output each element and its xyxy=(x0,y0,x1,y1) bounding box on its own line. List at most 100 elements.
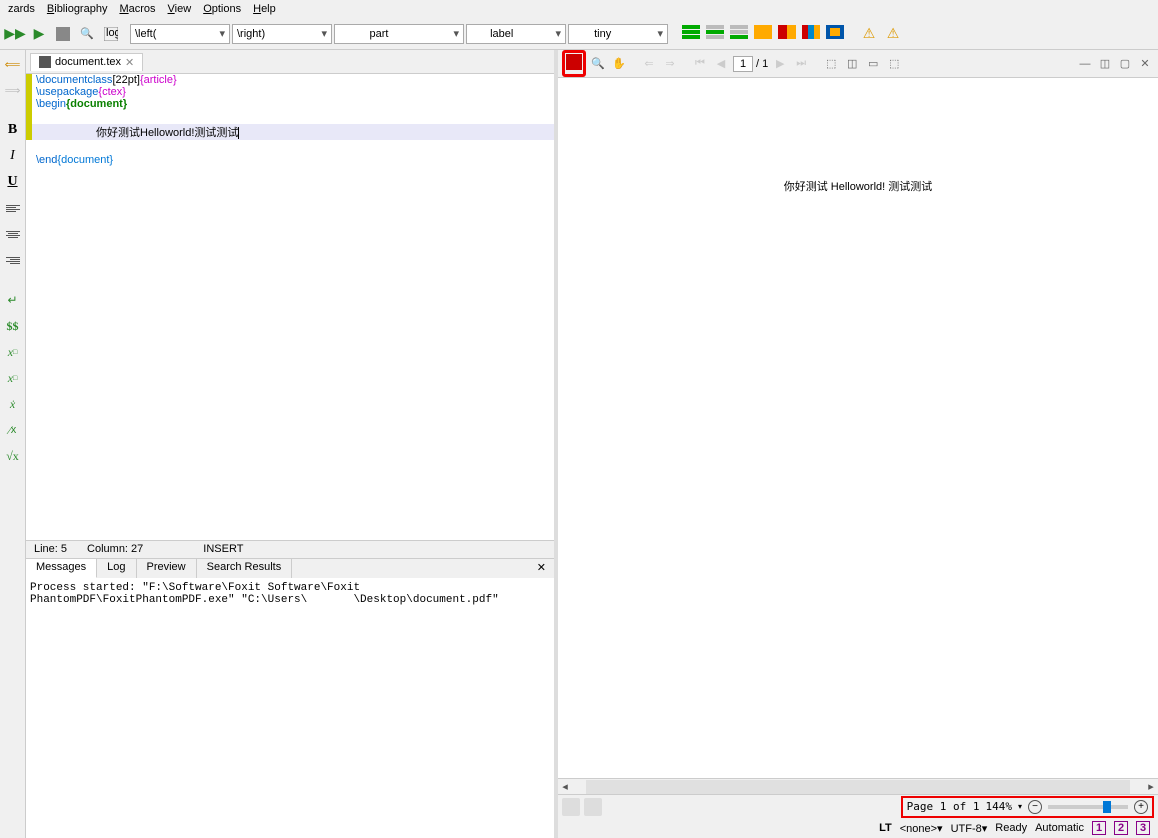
tab-log[interactable]: Log xyxy=(97,559,136,578)
build-icon[interactable]: ▶ xyxy=(28,23,50,45)
warning-next-icon[interactable]: ⚠ xyxy=(882,23,904,45)
last-page-icon[interactable]: ⏭ xyxy=(792,55,810,73)
zoom-icon[interactable]: 🔍 xyxy=(589,55,607,73)
h-scrollbar[interactable]: ◂ ▸ xyxy=(558,778,1158,794)
pdf-text: 你好测试 Helloworld! 测试测试 xyxy=(598,178,1118,194)
right-delim-dropdown[interactable]: \right)▾ xyxy=(232,24,332,44)
math-dd-icon[interactable]: $$ xyxy=(3,316,23,336)
highlight-7-icon[interactable] xyxy=(824,23,846,45)
badge-3[interactable]: 3 xyxy=(1136,821,1150,835)
superscript-icon[interactable]: x□ xyxy=(3,368,23,388)
nav-fwd-icon[interactable]: ⇒ xyxy=(661,55,679,73)
maximize-icon[interactable]: ▢ xyxy=(1116,55,1134,73)
tab-document[interactable]: document.tex ✕ xyxy=(30,53,143,71)
size-dropdown[interactable]: tiny▾ xyxy=(568,24,668,44)
preview-area: 🔍 ✋ ⇐ ⇒ ⏮ ◀ / 1 ▶ ⏭ ⬚ ◫ ▭ ⬚ ― ◫ ▢ ✕ xyxy=(558,50,1158,838)
view-icon[interactable]: 🔍 xyxy=(76,23,98,45)
tab-close-icon[interactable]: ✕ xyxy=(125,56,134,69)
derivative-icon[interactable]: ẋ xyxy=(3,394,23,414)
tab-messages[interactable]: Messages xyxy=(26,559,97,578)
left-sidebar: ⟸ ⟹ B I U ↵ $$ x□ x□ ẋ ∕x √x xyxy=(0,50,26,838)
pdf-icon xyxy=(566,54,582,70)
panel-close-icon[interactable]: ✕ xyxy=(537,561,546,574)
auto-label: Automatic xyxy=(1035,822,1084,834)
fit-width-icon[interactable]: ⬚ xyxy=(822,55,840,73)
menu-help[interactable]: Help xyxy=(253,3,276,15)
restore-icon[interactable]: ◫ xyxy=(1096,55,1114,73)
minimize-icon[interactable]: ― xyxy=(1076,55,1094,73)
prev-page-icon[interactable]: ◀ xyxy=(712,55,730,73)
menubar: zards Bibliography Macros View Options H… xyxy=(0,0,1158,18)
underline-button[interactable]: U xyxy=(3,172,23,192)
align-center-icon[interactable] xyxy=(3,224,23,244)
preview-toolbar: 🔍 ✋ ⇐ ⇒ ⏮ ◀ / 1 ▶ ⏭ ⬚ ◫ ▭ ⬚ ― ◫ ▢ ✕ xyxy=(558,50,1158,78)
scroll-left-icon[interactable]: ◂ xyxy=(558,780,572,793)
page-input[interactable] xyxy=(733,56,753,72)
build-run-icon[interactable]: ▶▶ xyxy=(4,23,26,45)
tab-filename: document.tex xyxy=(55,56,121,68)
back-icon[interactable]: ⟸ xyxy=(3,54,23,74)
zoom-out-button[interactable]: − xyxy=(1028,800,1042,814)
lt-label[interactable]: LT xyxy=(879,822,892,834)
log-icon[interactable]: log xyxy=(100,23,122,45)
highlight-5-icon[interactable] xyxy=(776,23,798,45)
highlight-2-icon[interactable] xyxy=(704,23,726,45)
nav-back-icon[interactable]: ⇐ xyxy=(640,55,658,73)
menu-options[interactable]: Options xyxy=(203,3,241,15)
lang-dropdown[interactable]: <none>▾ xyxy=(900,822,943,835)
align-right-icon[interactable] xyxy=(3,250,23,270)
menu-wizards[interactable]: zards xyxy=(8,3,35,15)
status-line: Line: 5 xyxy=(34,543,67,556)
preview-status-2: LT <none>▾ UTF-8▾ Ready Automatic 1 2 3 xyxy=(558,818,1158,838)
hand-icon[interactable]: ✋ xyxy=(610,55,628,73)
tab-search-results[interactable]: Search Results xyxy=(197,559,293,578)
disk-icon xyxy=(39,56,51,68)
subscript-icon[interactable]: x□ xyxy=(3,342,23,362)
avatar-2-icon[interactable] xyxy=(584,798,602,816)
newline-icon[interactable]: ↵ xyxy=(3,290,23,310)
messages-panel[interactable]: Process started: "F:\Software\Foxit Soft… xyxy=(26,578,554,838)
menu-bibliography[interactable]: Bibliography xyxy=(47,3,108,15)
next-page-icon[interactable]: ▶ xyxy=(771,55,789,73)
preview-content[interactable]: 你好测试 Helloworld! 测试测试 xyxy=(558,78,1158,778)
left-delim-dropdown[interactable]: \left(▾ xyxy=(130,24,230,44)
first-page-icon[interactable]: ⏮ xyxy=(691,55,709,73)
italic-button[interactable]: I xyxy=(3,146,23,166)
bold-button[interactable]: B xyxy=(3,120,23,140)
tab-preview[interactable]: Preview xyxy=(137,559,197,578)
badge-1[interactable]: 1 xyxy=(1092,821,1106,835)
scroll-right-icon[interactable]: ▸ xyxy=(1144,780,1158,793)
align-left-icon[interactable] xyxy=(3,198,23,218)
continuous-icon[interactable]: ⬚ xyxy=(885,55,903,73)
highlight-1-icon[interactable] xyxy=(680,23,702,45)
highlight-3-icon[interactable] xyxy=(728,23,750,45)
encoding-dropdown[interactable]: UTF-8▾ xyxy=(951,822,988,835)
code-editor[interactable]: \documentclass[22pt]{article} \usepackag… xyxy=(26,74,554,540)
sqrt-icon[interactable]: √x xyxy=(3,446,23,466)
ready-label: Ready xyxy=(995,822,1027,834)
highlight-4-icon[interactable] xyxy=(752,23,774,45)
close-icon[interactable]: ✕ xyxy=(1136,55,1154,73)
highlight-6-icon[interactable] xyxy=(800,23,822,45)
editor-status-bar: Line: 5 Column: 27 INSERT xyxy=(26,540,554,558)
fit-page-icon[interactable]: ◫ xyxy=(843,55,861,73)
forward-icon[interactable]: ⟹ xyxy=(3,80,23,100)
fraction-icon[interactable]: ∕x xyxy=(3,420,23,440)
single-page-icon[interactable]: ▭ xyxy=(864,55,882,73)
page-total: / 1 xyxy=(756,58,768,70)
menu-macros[interactable]: Macros xyxy=(119,3,155,15)
warning-prev-icon[interactable]: ⚠ xyxy=(858,23,880,45)
pdf-extern-button[interactable] xyxy=(562,50,586,77)
zoom-value: 144% xyxy=(985,800,1012,813)
zoom-slider[interactable] xyxy=(1048,805,1128,809)
section-dropdown[interactable]: part▾ xyxy=(334,24,464,44)
label-dropdown[interactable]: label▾ xyxy=(466,24,566,44)
avatar-1-icon[interactable] xyxy=(562,798,580,816)
badge-2[interactable]: 2 xyxy=(1114,821,1128,835)
stop-icon[interactable] xyxy=(52,23,74,45)
menu-view[interactable]: View xyxy=(168,3,192,15)
tab-bar: document.tex ✕ xyxy=(26,50,554,74)
bottom-tabs: Messages Log Preview Search Results ✕ xyxy=(26,558,554,578)
status-mode: INSERT xyxy=(203,543,243,556)
zoom-in-button[interactable]: + xyxy=(1134,800,1148,814)
